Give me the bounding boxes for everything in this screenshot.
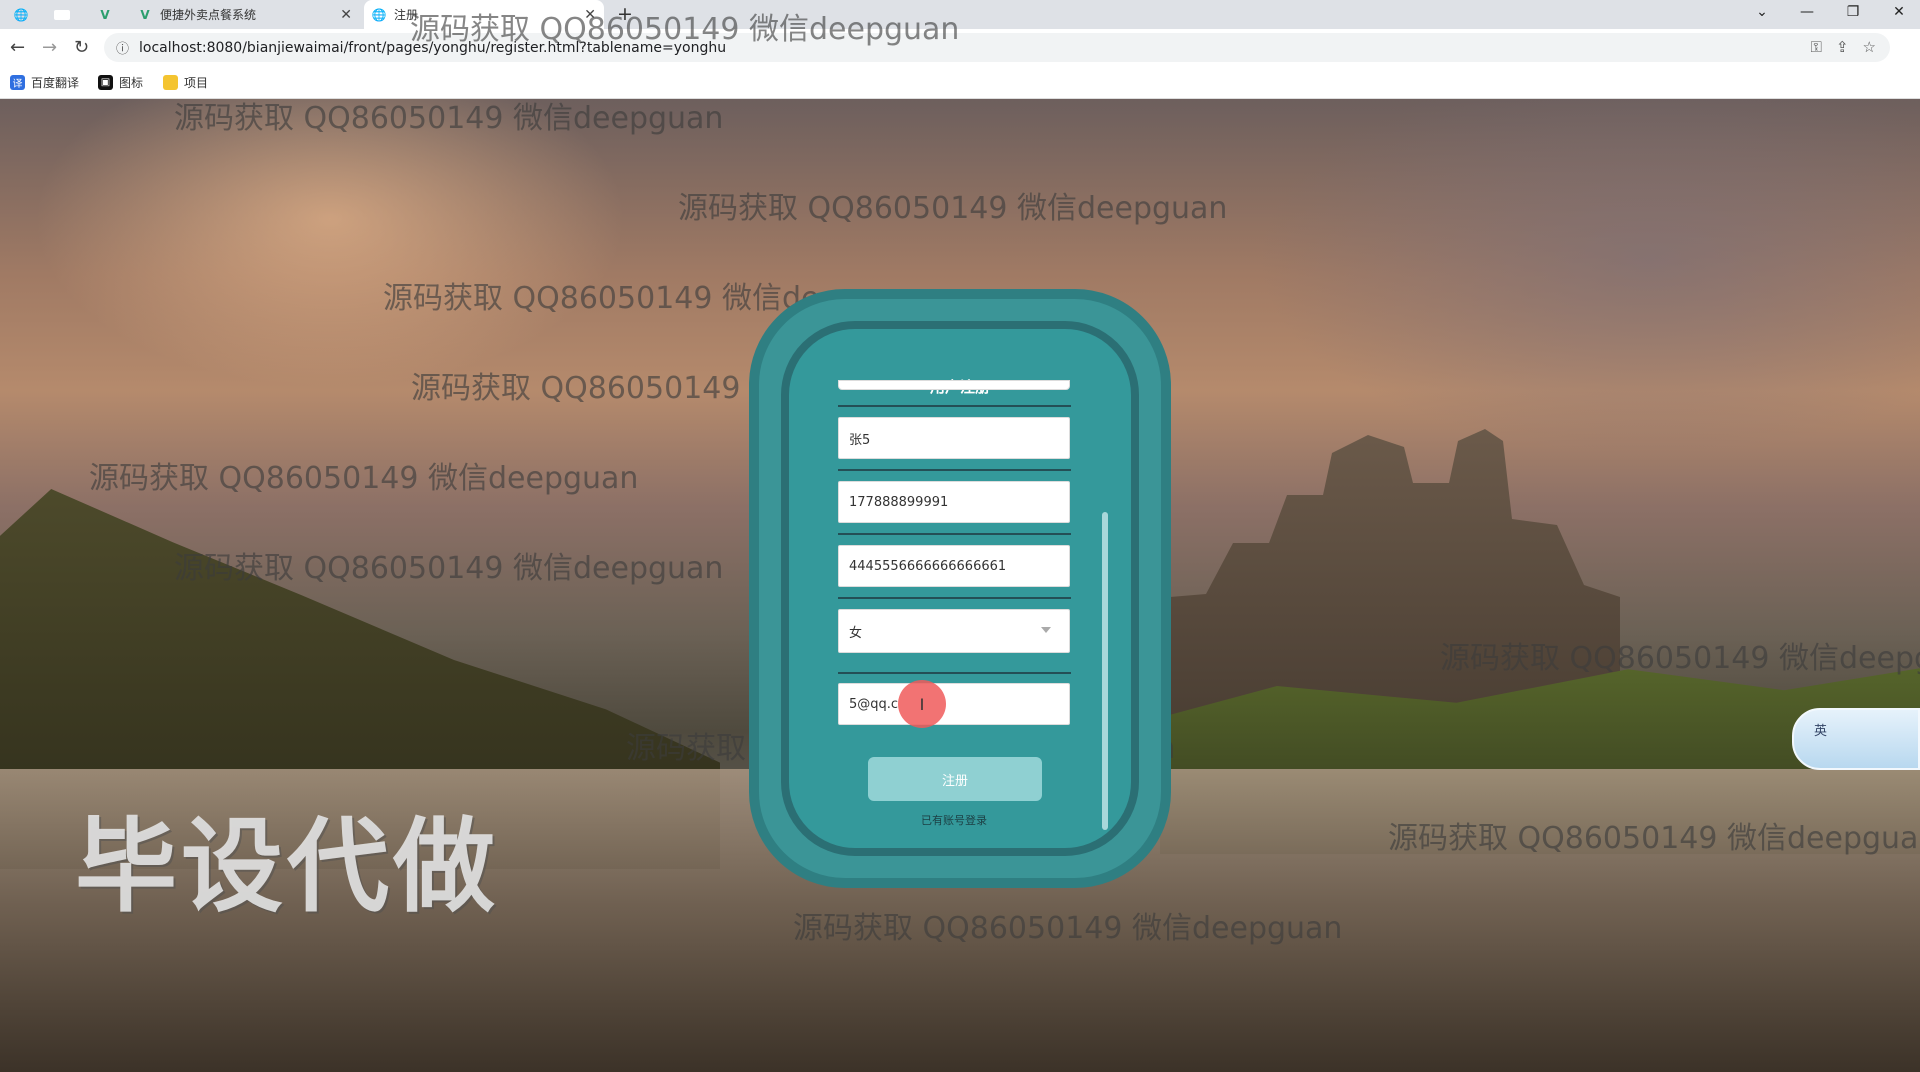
url-text[interactable]: localhost:8080/bianjiewaimai/front/pages… xyxy=(139,40,726,56)
bookmark-label: 百度翻译 xyxy=(31,76,80,90)
ime-mode-label: 英 xyxy=(1814,724,1828,739)
bookmark-label: 图标 xyxy=(119,76,144,90)
register-button[interactable]: 注册 xyxy=(868,757,1042,801)
new-tab-button[interactable]: + xyxy=(617,3,633,25)
id-card-field[interactable] xyxy=(838,545,1070,587)
field-divider xyxy=(838,597,1071,599)
translate-icon: 译 xyxy=(10,75,25,90)
tab-4[interactable]: 🌐 注册 ✕ xyxy=(364,0,604,29)
vue-logo-icon: V xyxy=(140,7,150,22)
gender-select[interactable]: 女 xyxy=(838,609,1070,653)
forward-icon[interactable]: → xyxy=(42,37,57,58)
scrolled-field[interactable] xyxy=(838,380,1070,390)
folder-icon xyxy=(163,75,178,90)
close-icon[interactable]: ✕ xyxy=(340,7,352,23)
gender-select-value: 女 xyxy=(849,625,863,641)
restore-icon[interactable]: ❐ xyxy=(1833,4,1873,20)
bookmark-item[interactable]: 项目 xyxy=(163,74,208,91)
login-link[interactable]: 已有账号登录 xyxy=(838,812,1070,828)
tab-2[interactable]: V xyxy=(90,0,130,29)
tab-bar: 🌐 V V 便捷外卖点餐系统 ✕ 🌐 注册 ✕ + ⌄ — ❐ ✕ xyxy=(0,0,1920,29)
text-cursor-icon: Ι xyxy=(898,680,946,728)
tab-3[interactable]: V 便捷外卖点餐系统 ✕ xyxy=(130,0,360,29)
email-field[interactable] xyxy=(838,683,1070,725)
reload-icon[interactable]: ↻ xyxy=(74,37,89,58)
field-divider xyxy=(838,672,1071,674)
globe-icon: 🌐 xyxy=(371,7,387,22)
bookmark-label: 项目 xyxy=(184,76,209,90)
ime-widget[interactable]: 英 xyxy=(1792,708,1920,770)
blank-page-icon xyxy=(54,9,70,20)
info-icon[interactable]: ⓘ xyxy=(116,38,129,57)
name-field[interactable] xyxy=(838,417,1070,459)
bookmark-item[interactable]: ▣ 图标 xyxy=(98,74,143,91)
star-icon[interactable]: ☆ xyxy=(1863,38,1876,56)
vue-logo-icon: V xyxy=(100,7,110,22)
phone-field[interactable] xyxy=(838,481,1070,523)
form-scrollbar[interactable] xyxy=(1102,512,1108,830)
chevron-down-icon xyxy=(1041,627,1051,633)
minimize-icon[interactable]: — xyxy=(1787,4,1827,20)
address-bar[interactable]: ⓘ localhost:8080/bianjiewaimai/front/pag… xyxy=(104,33,1890,62)
share-icon[interactable]: ⇪ xyxy=(1836,38,1849,56)
tab-label: 注册 xyxy=(394,8,419,22)
browser-toolbar: ← → ↻ ⓘ localhost:8080/bianjiewaimai/fro… xyxy=(0,29,1920,66)
globe-icon: 🌐 xyxy=(13,7,29,22)
tab-1[interactable] xyxy=(46,0,88,29)
bookmark-item[interactable]: 译 百度翻译 xyxy=(10,74,79,91)
field-divider xyxy=(838,469,1071,471)
tab-search-icon[interactable]: ⌄ xyxy=(1742,4,1782,20)
back-icon[interactable]: ← xyxy=(10,37,25,58)
image-icon: ▣ xyxy=(98,75,113,90)
bookmarks-bar: 译 百度翻译 ▣ 图标 项目 xyxy=(0,66,1920,99)
field-divider xyxy=(838,533,1071,535)
tab-0[interactable]: 🌐 xyxy=(6,0,46,29)
promo-stamp: 毕设代做 xyxy=(75,808,499,927)
tab-label: 便捷外卖点餐系统 xyxy=(160,8,257,22)
window-close-icon[interactable]: ✕ xyxy=(1879,4,1919,20)
key-icon[interactable]: ⚿ xyxy=(1811,38,1822,56)
field-divider xyxy=(838,405,1071,407)
close-icon[interactable]: ✕ xyxy=(584,7,596,23)
